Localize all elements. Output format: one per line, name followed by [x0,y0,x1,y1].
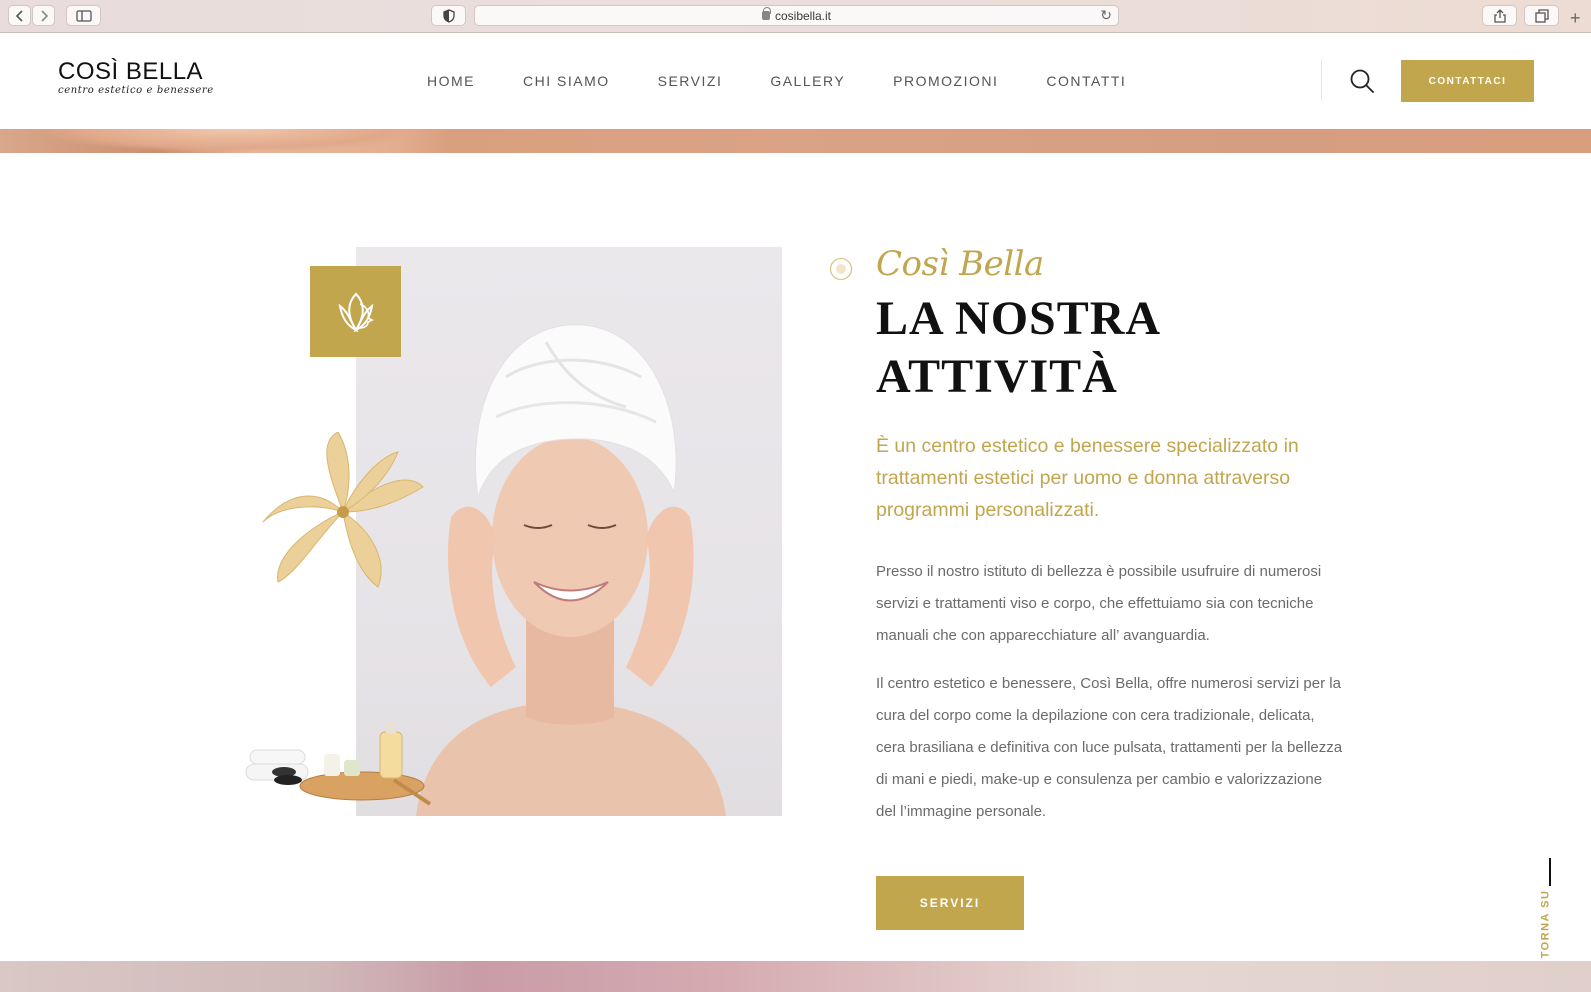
lotus-face-icon [338,292,374,332]
tabs-button[interactable] [1524,5,1559,26]
back-to-top-link[interactable]: TORNA SU [1536,858,1566,962]
forward-button[interactable] [32,5,55,26]
new-tab-icon[interactable]: + [1570,8,1581,29]
main-nav: HOME CHI SIAMO SERVIZI GALLERY PROMOZION… [427,33,1174,129]
browser-toolbar: cosibella.it ↻ + [0,0,1591,33]
search-icon[interactable] [1349,68,1375,94]
reload-icon[interactable]: ↻ [1100,7,1112,24]
url-text: cosibella.it [774,8,832,23]
site-logo[interactable]: COSÌ BELLA centro estetico e benessere [58,58,214,97]
section-heading-line1: LA NOSTRA [876,292,1162,345]
share-button[interactable] [1482,5,1517,26]
nav-item-contatti[interactable]: CONTATTI [1046,73,1126,89]
section-heading-line2: ATTIVITÀ [876,350,1118,403]
header-divider [1321,59,1322,101]
lily-flower-image [262,432,424,588]
sidebar-icon [75,9,92,22]
section-heading: LA NOSTRA ATTIVITÀ [876,290,1296,406]
privacy-button[interactable] [431,5,466,26]
back-to-top-label: TORNA SU [1539,889,1552,959]
contact-button[interactable]: CONTATTACI [1401,60,1534,102]
shield-icon [442,8,455,23]
nav-item-chi-siamo[interactable]: CHI SIAMO [523,73,610,89]
back-button[interactable] [8,5,31,26]
body-paragraph-2: Il centro estetico e benessere, Così Bel… [876,675,1343,820]
circle-dot-icon [829,257,853,281]
logo-subtitle: centro estetico e benessere [58,85,214,96]
sidebar-toggle-button[interactable] [66,5,101,26]
services-button[interactable]: SERVIZI [876,876,1024,930]
address-bar[interactable]: cosibella.it ↻ [474,5,1119,26]
tabs-icon [1534,8,1549,23]
chevron-left-icon [15,9,23,22]
next-section-image-top [0,961,1591,992]
lead-paragraph: È un centro estetico e benessere special… [876,435,1299,521]
lock-icon [761,7,771,20]
chevron-right-icon [40,9,48,22]
section-script-title: Così Bella [876,244,1044,284]
nav-item-home[interactable]: HOME [427,73,475,89]
back-to-top-bar [1549,858,1551,886]
hero-image-bottom [0,129,1591,153]
body-paragraph-1: Presso il nostro istituto di bellezza è … [876,563,1322,644]
spa-items-image [245,722,432,806]
logo-title: COSÌ BELLA [58,58,204,85]
site-header: COSÌ BELLA centro estetico e benessere H… [0,33,1591,129]
lotus-face-badge [310,266,401,357]
nav-item-servizi[interactable]: SERVIZI [658,73,723,89]
share-icon [1493,8,1506,23]
nav-item-gallery[interactable]: GALLERY [770,73,845,89]
nav-item-promozioni[interactable]: PROMOZIONI [893,73,998,89]
